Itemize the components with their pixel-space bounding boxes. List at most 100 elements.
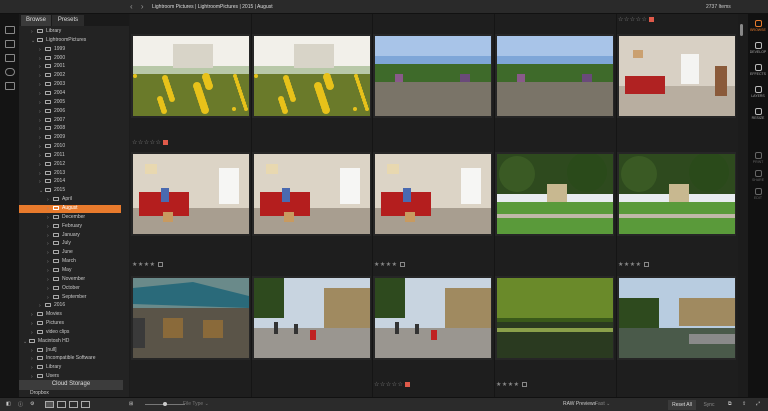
folder-item[interactable]: › July [19,240,121,248]
chevron-right-icon[interactable]: › [39,100,41,106]
folder-item[interactable]: › 2012 [19,161,121,169]
fullscreen-icon[interactable]: ⤢ [756,401,760,407]
chevron-right-icon[interactable]: › [47,206,49,212]
folder-item[interactable]: › Movies [19,311,121,319]
chevron-right-icon[interactable]: › [39,64,41,70]
photo-thumbnail[interactable] [619,278,735,358]
folder-item[interactable]: › Pictures [19,320,121,328]
folder-item[interactable]: › 2016 [19,302,121,310]
albums-icon[interactable] [5,82,15,90]
folder-item[interactable]: › January [19,232,121,240]
chevron-down-icon[interactable]: ⌄ [39,188,43,194]
folder-item[interactable]: › March [19,258,121,266]
red-color-label[interactable] [163,139,169,145]
chevron-right-icon[interactable]: › [47,233,49,239]
chevron-right-icon[interactable]: › [31,321,33,327]
folder-item[interactable]: › 2001 [19,63,121,71]
compare-icon[interactable]: ⧉ [728,401,732,407]
folder-item[interactable]: › August [19,205,121,213]
computer-icon[interactable] [5,26,15,34]
chevron-right-icon[interactable]: › [31,330,33,336]
folder-item[interactable]: › 2011 [19,152,121,160]
folder-item[interactable]: › February [19,223,121,231]
view-list-button[interactable] [57,401,66,408]
color-label-empty[interactable] [399,261,405,267]
chevron-right-icon[interactable]: › [47,277,49,283]
split-view-icon[interactable]: ◧ [6,401,11,407]
chevron-right-icon[interactable]: › [39,56,41,62]
chevron-right-icon[interactable]: › [39,82,41,88]
view-filmstrip-button[interactable] [81,401,90,408]
photo-thumbnail[interactable] [497,278,613,358]
chevron-right-icon[interactable]: › [39,73,41,79]
photo-thumbnail[interactable] [254,154,370,234]
chevron-right-icon[interactable]: › [39,171,41,177]
folder-item[interactable]: › June [19,249,121,257]
red-color-label[interactable] [405,381,411,387]
photo-thumbnail[interactable] [619,36,735,116]
sync-button[interactable]: Sync [700,400,718,410]
chevron-right-icon[interactable]: › [39,126,41,132]
folder-item[interactable]: › 2004 [19,90,121,98]
raw-previews-dropdown[interactable]: Fast ⌄ [595,401,610,407]
folder-item[interactable]: › April [19,196,121,204]
rating-stars[interactable]: ★★★★ [618,261,649,268]
chevron-right-icon[interactable]: › [39,162,41,168]
folder-item[interactable]: › 2003 [19,81,121,89]
chevron-right-icon[interactable]: › [39,144,41,150]
photo-thumbnail[interactable] [133,36,249,116]
view-grid-button[interactable] [45,401,54,408]
module-effects[interactable]: EFFECTS [748,64,768,76]
back-arrow-icon[interactable]: ‹ [130,2,133,11]
tab-browse[interactable]: Browse [21,15,51,26]
folder-item[interactable]: › December [19,214,121,222]
chevron-right-icon[interactable]: › [39,303,41,309]
color-label-empty[interactable] [643,261,649,267]
folder-item[interactable]: › 1999 [19,46,121,54]
grid-scrollbar[interactable] [740,24,743,36]
chevron-right-icon[interactable]: › [39,91,41,97]
drive-icon[interactable] [5,54,15,62]
slider-knob[interactable] [163,402,167,406]
chevron-right-icon[interactable]: › [39,135,41,141]
photo-thumbnail[interactable] [375,278,491,358]
settings-gear-icon[interactable]: ⚙ [30,401,34,407]
folder-item[interactable]: › 2009 [19,134,121,142]
folder-item[interactable]: › November [19,276,121,284]
photo-thumbnail[interactable] [133,278,249,358]
rating-stars[interactable]: ☆☆☆☆☆ [374,381,411,388]
cloud-storage-header[interactable]: Cloud Storage [19,380,123,390]
drive-item[interactable]: ⌄ Macintosh HD [19,338,121,346]
chevron-right-icon[interactable]: › [39,47,41,53]
module-share[interactable]: SHARE [748,170,768,182]
folder-item[interactable]: › May [19,267,121,275]
cloud-icon[interactable] [5,68,15,76]
chevron-right-icon[interactable]: › [47,286,49,292]
chevron-right-icon[interactable]: › [47,241,49,247]
reset-all-button[interactable]: Reset All [668,400,696,410]
chevron-right-icon[interactable]: › [39,118,41,124]
folder-item[interactable]: › 2007 [19,117,121,125]
chevron-right-icon[interactable]: › [39,153,41,159]
folder-item[interactable]: › 2010 [19,143,121,151]
module-edit[interactable]: EDIT [748,188,768,200]
thumbnail-size-slider[interactable] [145,402,185,406]
chevron-right-icon[interactable]: › [47,268,49,274]
module-resize[interactable]: RESIZE [748,108,768,120]
chevron-right-icon[interactable]: › [47,250,49,256]
folder-item[interactable]: › Library [19,28,121,36]
share-icon[interactable]: ⇪ [742,401,746,407]
module-layers[interactable]: LAYERS [748,86,768,98]
folder-item[interactable]: › September [19,294,121,302]
folder-item[interactable]: › 2005 [19,99,121,107]
color-label-empty[interactable] [157,261,163,267]
chevron-right-icon[interactable]: › [47,259,49,265]
chevron-down-icon[interactable]: ⌄ [31,38,35,44]
module-print[interactable]: PRINT [748,152,768,164]
chevron-down-icon[interactable]: ⌄ [23,339,27,345]
folder-item[interactable]: › 2014 [19,178,121,186]
chevron-right-icon[interactable]: › [47,215,49,221]
red-color-label[interactable] [649,16,655,22]
photo-thumbnail[interactable] [619,154,735,234]
view-detail-button[interactable] [69,401,78,408]
